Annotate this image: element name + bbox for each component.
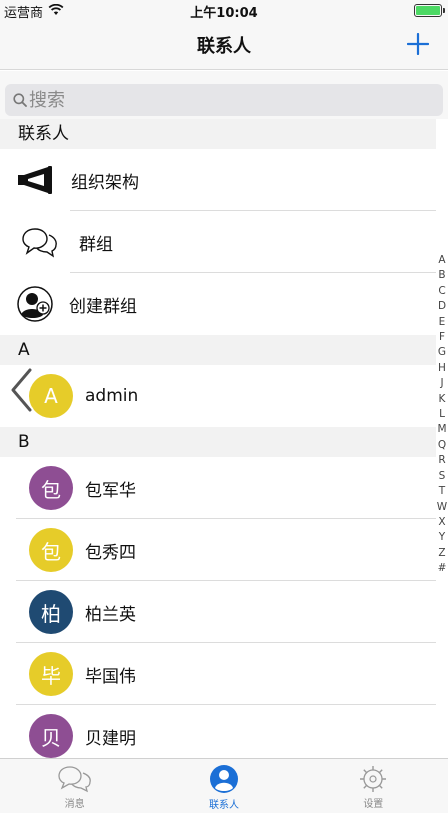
chat-bubbles-icon	[21, 226, 59, 258]
index-letter[interactable]: X	[436, 515, 448, 530]
create-group-label: 创建群组	[69, 296, 137, 317]
status-bar: 运营商 上午10:04	[0, 0, 448, 21]
org-structure-row[interactable]: 组织架构	[0, 149, 436, 211]
person-icon	[209, 764, 238, 793]
gear-icon	[360, 765, 387, 792]
contact-name: 包秀四	[85, 542, 136, 563]
avatar: 包	[29, 466, 73, 510]
tab-messages[interactable]: 消息	[0, 759, 149, 813]
page-title: 联系人	[197, 36, 251, 57]
index-letter[interactable]: H	[436, 361, 448, 376]
groups-label: 群组	[79, 234, 113, 255]
contact-name: 贝建明	[85, 728, 136, 749]
chevron-left-icon	[9, 366, 34, 414]
status-time: 上午10:04	[190, 6, 258, 21]
battery-icon	[414, 4, 445, 17]
contact-list: 联系人 组织架构 群组 创建群组 A A admin B 包 包军华 包 包秀四	[0, 119, 436, 767]
index-letter[interactable]: G	[436, 345, 448, 360]
plus-icon	[407, 33, 429, 55]
index-letter[interactable]: Y	[436, 530, 448, 545]
index-letter[interactable]: W	[436, 500, 448, 515]
index-letter[interactable]: Z	[436, 546, 448, 561]
chat-bubbles-icon	[58, 765, 91, 792]
index-letter[interactable]: #	[436, 561, 448, 576]
contact-row-admin[interactable]: A admin	[0, 365, 436, 427]
tab-label: 消息	[64, 798, 85, 810]
index-letter[interactable]: S	[436, 469, 448, 484]
add-contact-button[interactable]	[402, 28, 434, 60]
index-letter[interactable]: D	[436, 299, 448, 314]
index-letter[interactable]: A	[436, 253, 448, 268]
contact-name: 柏兰英	[85, 604, 136, 625]
alphabet-index[interactable]: A B C D E F G H J K L M Q R S T W X Y Z …	[436, 253, 448, 577]
search-icon	[13, 93, 27, 107]
contact-name: 毕国伟	[85, 666, 136, 687]
create-group-row[interactable]: 创建群组	[0, 273, 436, 335]
index-letter[interactable]: L	[436, 407, 448, 422]
contact-row[interactable]: 毕 毕国伟	[0, 643, 436, 705]
index-letter[interactable]: E	[436, 315, 448, 330]
contact-row[interactable]: 柏 柏兰英	[0, 581, 436, 643]
contact-name: admin	[85, 386, 139, 406]
add-group-icon	[17, 286, 53, 322]
index-letter[interactable]: R	[436, 453, 448, 468]
back-button[interactable]	[8, 366, 36, 414]
section-header-contacts: 联系人	[0, 119, 436, 149]
index-letter[interactable]: J	[436, 376, 448, 391]
section-header-b: B	[0, 427, 436, 457]
index-letter[interactable]: Q	[436, 438, 448, 453]
avatar: 柏	[29, 590, 73, 634]
org-structure-label: 组织架构	[71, 172, 139, 193]
contact-row[interactable]: 包 包秀四	[0, 519, 436, 581]
search-box[interactable]	[5, 84, 443, 116]
tab-label: 设置	[363, 798, 384, 810]
tab-bar: 消息 联系人 设置	[0, 758, 448, 813]
nav-bar: 联系人	[0, 20, 448, 70]
tab-settings[interactable]: 设置	[299, 759, 448, 813]
avatar: 贝	[29, 714, 73, 758]
index-letter[interactable]: T	[436, 484, 448, 499]
contact-row[interactable]: 包 包军华	[0, 457, 436, 519]
contact-name: 包军华	[85, 480, 136, 501]
avatar: 包	[29, 528, 73, 572]
avatar: 毕	[29, 652, 73, 696]
index-letter[interactable]: C	[436, 284, 448, 299]
tab-contacts[interactable]: 联系人	[149, 759, 298, 813]
groups-row[interactable]: 群组	[0, 211, 436, 273]
megaphone-icon	[17, 166, 55, 194]
tab-label: 联系人	[208, 799, 239, 811]
index-letter[interactable]: M	[436, 422, 448, 437]
index-letter[interactable]: F	[436, 330, 448, 345]
index-letter[interactable]: B	[436, 268, 448, 283]
section-header-a: A	[0, 335, 436, 365]
index-letter[interactable]: K	[436, 392, 448, 407]
search-bar	[0, 71, 448, 119]
search-input[interactable]	[29, 89, 429, 111]
